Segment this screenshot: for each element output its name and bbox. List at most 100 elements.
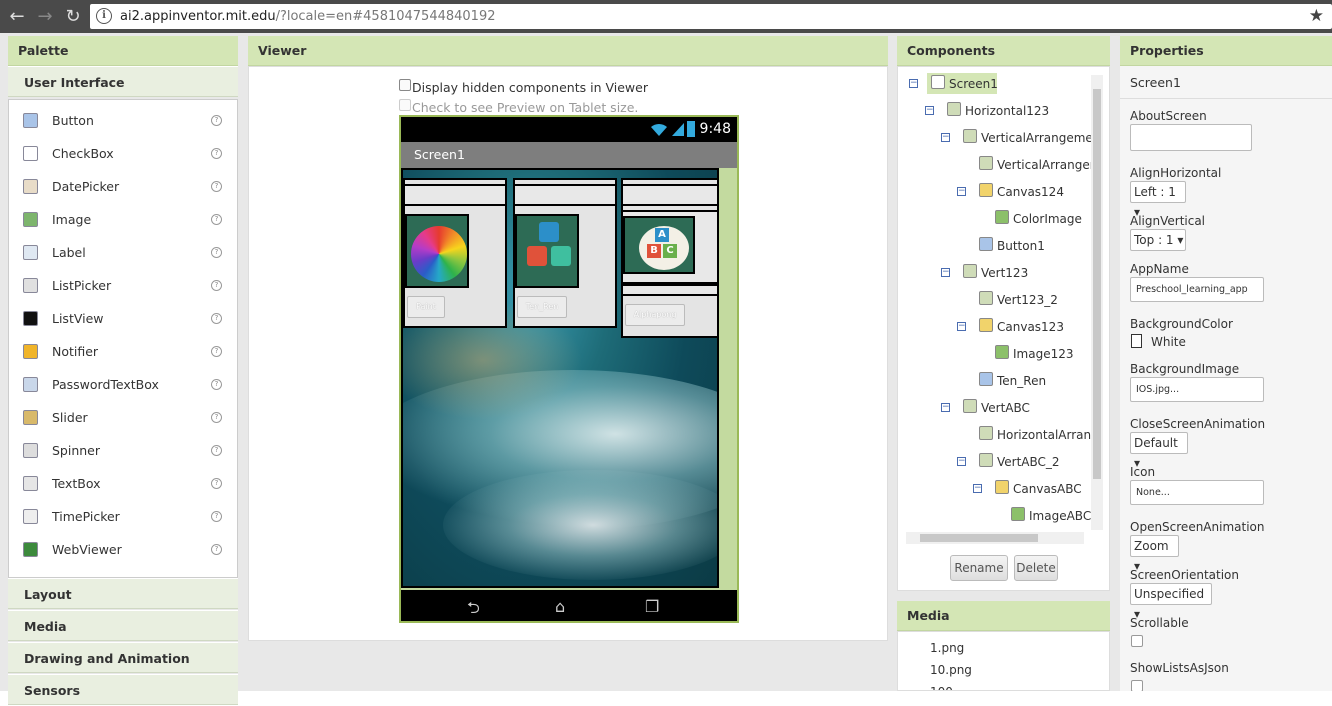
- close-screen-animation-select[interactable]: Default ▾: [1130, 432, 1188, 470]
- delete-button[interactable]: Delete: [1014, 555, 1058, 581]
- palette-item[interactable]: TextBox?: [9, 467, 237, 500]
- media-item[interactable]: 1.png: [930, 641, 964, 655]
- alphapong-button[interactable]: Alphapong: [625, 304, 685, 326]
- palette-item[interactable]: CheckBox?: [9, 137, 237, 170]
- help-icon[interactable]: ?: [211, 511, 222, 522]
- about-screen-textarea[interactable]: [1130, 124, 1252, 151]
- tree-node[interactable]: − Canvas123: [903, 316, 1093, 338]
- align-vertical-select[interactable]: Top : 1 ▾: [1130, 229, 1186, 251]
- display-hidden-checkbox[interactable]: [399, 79, 411, 91]
- tree-node[interactable]: − Canvas124: [903, 181, 1093, 203]
- tree-node[interactable]: − Vert123: [903, 262, 1093, 284]
- palette-item[interactable]: ListPicker?: [9, 269, 237, 302]
- palette-item[interactable]: Button?: [9, 104, 237, 137]
- palette-item[interactable]: DatePicker?: [9, 170, 237, 203]
- screen-background[interactable]: Paint Ten_Ren A B C Alphapong: [401, 168, 719, 588]
- tree-node[interactable]: VerticalArrangement: [903, 154, 1093, 176]
- ten-ren-button[interactable]: Ten_Ren: [517, 296, 567, 318]
- palette-item[interactable]: WebViewer?: [9, 533, 237, 566]
- section-media[interactable]: Media: [8, 610, 238, 641]
- collapse-toggle-icon[interactable]: −: [941, 403, 950, 412]
- url-text[interactable]: ai2.appinventor.mit.edu/?locale=en#45810…: [120, 9, 496, 24]
- color-swatch[interactable]: [1131, 334, 1142, 348]
- palette-item[interactable]: Image?: [9, 203, 237, 236]
- paint-button[interactable]: Paint: [407, 296, 445, 318]
- palette-item[interactable]: TimePicker?: [9, 500, 237, 533]
- media-item[interactable]: 100: [930, 685, 953, 690]
- scroll-thumb[interactable]: [920, 534, 1038, 542]
- scroll-thumb[interactable]: [1093, 89, 1101, 479]
- help-icon[interactable]: ?: [211, 412, 222, 423]
- background-image-input[interactable]: IOS.jpg...: [1130, 377, 1264, 402]
- palette-item[interactable]: ListView?: [9, 302, 237, 335]
- tree-node[interactable]: − Horizontal123: [903, 100, 1093, 122]
- canvas-abc[interactable]: A B C: [623, 216, 695, 274]
- section-user-interface[interactable]: User Interface: [8, 66, 238, 97]
- palette-item[interactable]: Spinner?: [9, 434, 237, 467]
- collapse-toggle-icon[interactable]: −: [941, 133, 950, 142]
- help-icon[interactable]: ?: [211, 478, 222, 489]
- help-icon[interactable]: ?: [211, 544, 222, 555]
- inner-arrangement[interactable]: [403, 184, 507, 206]
- tree-node[interactable]: ColorImage: [903, 208, 1093, 230]
- collapse-toggle-icon[interactable]: −: [909, 79, 918, 88]
- component-tree[interactable]: − Screen1 − Horizontal123 − VerticalArrangeme…: [903, 73, 1093, 528]
- tree-node[interactable]: HorizontalArrangement: [903, 424, 1093, 446]
- tree-node[interactable]: Button1: [903, 235, 1093, 257]
- address-bar[interactable]: i ai2.appinventor.mit.edu/?locale=en#458…: [90, 4, 1332, 29]
- help-icon[interactable]: ?: [211, 214, 222, 225]
- palette-item[interactable]: Label?: [9, 236, 237, 269]
- inner-arrangement[interactable]: [621, 184, 717, 206]
- collapse-toggle-icon[interactable]: −: [957, 187, 966, 196]
- palette-item[interactable]: PasswordTextBox?: [9, 368, 237, 401]
- tree-node[interactable]: − VerticalArrangement: [903, 127, 1093, 149]
- palette-item[interactable]: Notifier?: [9, 335, 237, 368]
- open-screen-animation-select[interactable]: Zoom ▾: [1130, 535, 1179, 573]
- palette-item[interactable]: Slider?: [9, 401, 237, 434]
- rename-button[interactable]: Rename: [950, 555, 1008, 581]
- tree-node[interactable]: Vert123_2: [903, 289, 1093, 311]
- help-icon[interactable]: ?: [211, 181, 222, 192]
- background-color-value[interactable]: White: [1151, 335, 1186, 349]
- tree-node[interactable]: − Screen1: [903, 73, 1093, 95]
- tree-node[interactable]: Ten_Ren: [903, 370, 1093, 392]
- canvas-color-wheel[interactable]: [405, 214, 469, 288]
- help-icon[interactable]: ?: [211, 346, 222, 357]
- section-sensors[interactable]: Sensors: [8, 674, 238, 705]
- help-icon[interactable]: ?: [211, 115, 222, 126]
- help-icon[interactable]: ?: [211, 379, 222, 390]
- appname-input[interactable]: Preschool_learning_app: [1130, 277, 1264, 302]
- forward-arrow-icon[interactable]: →: [32, 4, 58, 30]
- help-icon[interactable]: ?: [211, 247, 222, 258]
- collapse-toggle-icon[interactable]: −: [957, 457, 966, 466]
- screen-orientation-select[interactable]: Unspecified ▾: [1130, 583, 1212, 621]
- scrollable-checkbox[interactable]: [1131, 635, 1143, 647]
- icon-input[interactable]: None...: [1130, 480, 1264, 505]
- section-drawing-and-animation[interactable]: Drawing and Animation: [8, 642, 238, 673]
- bookmark-star-icon[interactable]: ★: [1309, 6, 1324, 26]
- collapse-toggle-icon[interactable]: −: [925, 106, 934, 115]
- inner-arrangement[interactable]: [513, 184, 617, 206]
- help-icon[interactable]: ?: [211, 313, 222, 324]
- help-icon[interactable]: ?: [211, 445, 222, 456]
- canvas-numbers[interactable]: [515, 214, 579, 288]
- media-item[interactable]: 10.png: [930, 663, 972, 677]
- tree-node[interactable]: − VertABC: [903, 397, 1093, 419]
- collapse-toggle-icon[interactable]: −: [941, 268, 950, 277]
- section-layout[interactable]: Layout: [8, 578, 238, 609]
- collapse-toggle-icon[interactable]: −: [957, 322, 966, 331]
- horizontal-arrangement[interactable]: [621, 284, 717, 296]
- vertical-arrangement-numbers[interactable]: Ten_Ren: [513, 178, 617, 328]
- tree-node[interactable]: − VertABC_2: [903, 451, 1093, 473]
- collapse-toggle-icon[interactable]: −: [973, 484, 982, 493]
- tree-node[interactable]: Image123: [903, 343, 1093, 365]
- info-icon[interactable]: i: [96, 8, 112, 24]
- vert-abc-2[interactable]: A B C: [621, 210, 717, 284]
- tree-horizontal-scrollbar[interactable]: [906, 532, 1084, 544]
- show-lists-as-json-checkbox[interactable]: [1131, 680, 1143, 691]
- tablet-preview-checkbox[interactable]: [399, 99, 411, 111]
- back-arrow-icon[interactable]: ←: [4, 4, 30, 30]
- tree-node[interactable]: ImageABC: [903, 505, 1093, 527]
- align-horizontal-select[interactable]: Left : 1 ▾: [1130, 181, 1186, 219]
- vertical-arrangement-abc[interactable]: A B C Alphapong: [621, 178, 717, 338]
